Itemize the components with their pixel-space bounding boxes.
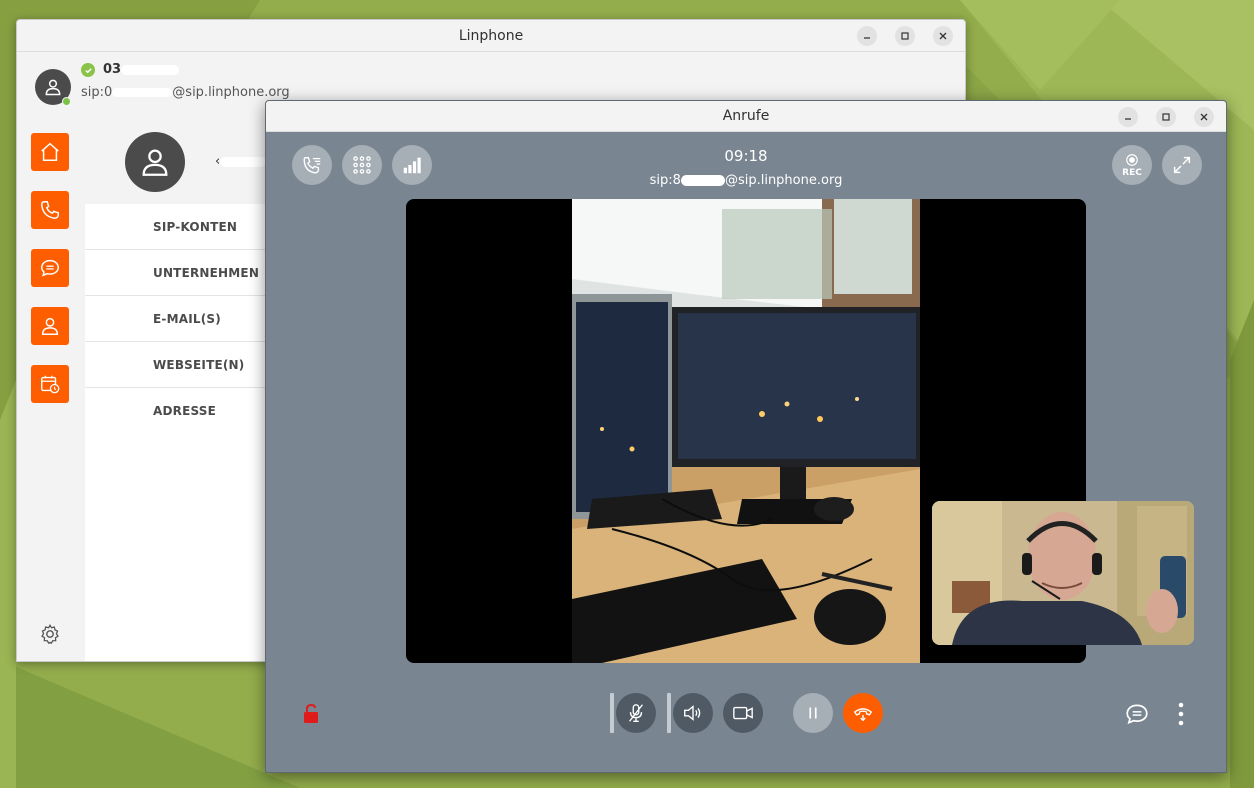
settings-gear-icon[interactable] <box>39 623 61 645</box>
window-title: Linphone <box>458 27 524 44</box>
record-label: REC <box>1122 167 1142 178</box>
calls-close-button[interactable] <box>1194 107 1214 127</box>
user-icon <box>45 79 61 96</box>
redacted-number <box>112 88 173 97</box>
field-emails: E-MAIL(S) <box>85 296 285 342</box>
more-options-icon[interactable] <box>1176 701 1186 727</box>
calls-maximize-button[interactable] <box>1156 107 1176 127</box>
remote-sip-address: sip:8 @sip.linphone.org <box>649 173 843 188</box>
calls-minimize-button[interactable] <box>1118 107 1138 127</box>
redacted-name <box>220 156 267 167</box>
sidebar-item-chat[interactable] <box>31 249 69 287</box>
local-video-preview <box>932 501 1194 645</box>
calls-window-title: Anrufe <box>722 108 770 124</box>
video-camera-icon <box>733 706 753 720</box>
field-sip-accounts: SIP-KONTEN <box>85 204 285 250</box>
sidebar-item-meetings[interactable] <box>31 365 69 403</box>
contact-avatar <box>125 132 185 192</box>
maximize-icon <box>1162 113 1170 121</box>
sidebar-item-home[interactable] <box>31 133 69 171</box>
calls-window: Anrufe 09:18 sip:8 @sip.linphone.org REC <box>265 100 1227 773</box>
maximize-button[interactable] <box>895 26 915 46</box>
speaker-button[interactable] <box>673 693 713 733</box>
main-titlebar: Linphone <box>17 20 965 52</box>
speaker-icon <box>684 705 701 721</box>
minimize-button[interactable] <box>857 26 877 46</box>
close-icon <box>1200 113 1208 121</box>
user-icon <box>142 149 168 176</box>
field-address: ADRESSE <box>153 404 217 418</box>
call-chat-icon[interactable] <box>1124 701 1150 727</box>
redacted-name <box>121 64 180 75</box>
camera-button[interactable] <box>723 693 763 733</box>
phone-icon <box>41 201 59 219</box>
microphone-mute-button[interactable] <box>616 693 656 733</box>
presence-indicator <box>62 97 71 106</box>
close-icon <box>939 32 947 40</box>
navigation-sidebar <box>17 122 85 661</box>
security-unlocked-icon[interactable] <box>302 703 320 725</box>
record-button[interactable]: REC <box>1112 145 1152 185</box>
pause-icon <box>809 707 817 719</box>
calls-titlebar: Anrufe <box>266 101 1226 132</box>
call-duration: 09:18 <box>724 147 768 165</box>
microphone-level-bar <box>610 693 614 733</box>
hangup-button[interactable] <box>843 693 883 733</box>
redacted-number <box>680 175 725 186</box>
registration-ok-icon <box>81 63 95 77</box>
speaker-level-bar <box>667 693 671 733</box>
contact-field-list: SIP-KONTEN UNTERNEHMEN E-MAIL(S) WEBSEIT… <box>85 204 285 434</box>
microphone-off-icon <box>629 704 643 722</box>
fullscreen-button[interactable] <box>1162 145 1202 185</box>
hangup-icon <box>853 708 873 722</box>
record-icon <box>1126 153 1138 166</box>
pause-call-button[interactable] <box>793 693 833 733</box>
contact-name: ‹ <box>215 154 267 169</box>
expand-icon <box>1173 156 1191 174</box>
sidebar-item-calls[interactable] <box>31 191 69 229</box>
sidebar-item-contacts[interactable] <box>31 307 69 345</box>
field-websites: WEBSEITE(N) <box>85 342 285 388</box>
remote-video-feed <box>572 199 920 663</box>
maximize-icon <box>901 32 909 40</box>
contact-icon <box>41 317 59 335</box>
field-company: UNTERNEHMEN <box>85 250 285 296</box>
calendar-icon <box>41 375 60 394</box>
minimize-icon <box>864 37 870 39</box>
account-sip-address: sip:0 @sip.linphone.org <box>81 85 290 100</box>
account-display-name: 03 <box>103 62 180 77</box>
chat-icon <box>41 259 59 277</box>
home-icon <box>41 142 59 161</box>
close-button[interactable] <box>933 26 953 46</box>
minimize-icon <box>1125 118 1131 120</box>
